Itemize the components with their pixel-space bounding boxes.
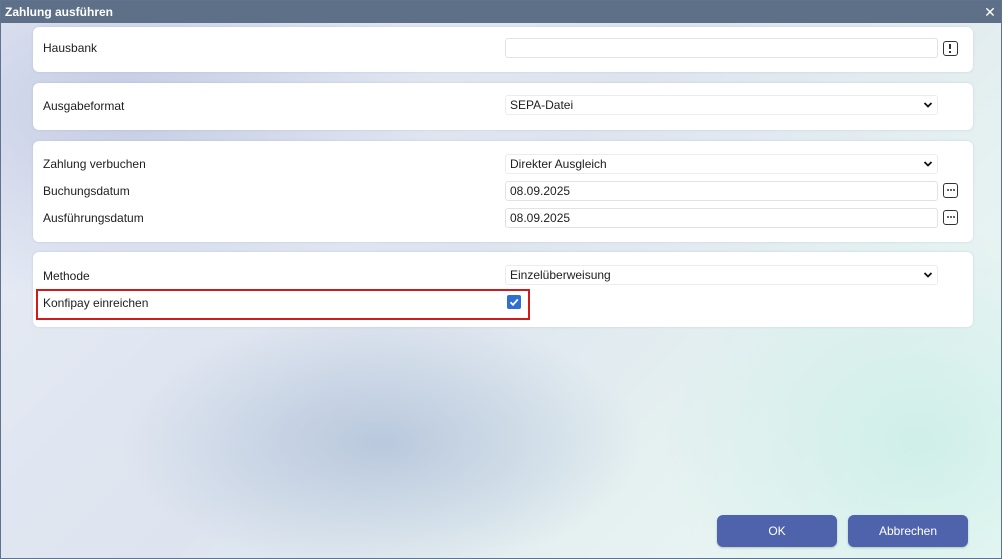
ausgabeformat-label: Ausgabeformat [43,99,125,113]
bank-card: Hausbank [33,27,973,72]
hausbank-label: Hausbank [43,41,98,55]
konfipay-checkbox[interactable] [507,295,521,309]
ellipsis-icon[interactable] [943,183,958,198]
methode-select[interactable]: Einzelüberweisung [505,265,938,285]
close-icon[interactable]: ✕ [983,1,997,23]
chevron-down-icon [923,102,933,108]
buchungsdatum-input[interactable]: 08.09.2025 [505,181,938,201]
ausfuehrungsdatum-label: Ausführungsdatum [43,211,144,225]
ausfuehrungsdatum-input[interactable]: 08.09.2025 [505,208,938,228]
booking-card: Zahlung verbuchen Direkter Ausgleich Buc… [33,141,973,242]
ausgabeformat-value: SEPA-Datei [510,98,574,112]
zahlung-verbuchen-label: Zahlung verbuchen [43,157,146,171]
format-card: Ausgabeformat SEPA-Datei [33,83,973,130]
method-card: Methode Einzelüberweisung Konfipay einre… [33,252,973,327]
ok-button[interactable]: OK [717,515,837,547]
checkmark-icon [509,298,519,307]
cancel-button[interactable]: Abbrechen [848,515,968,547]
ellipsis-icon[interactable] [943,210,958,225]
dialog-window: Zahlung ausführen ✕ Hausbank Ausgabeform… [0,0,1002,559]
buchungsdatum-label: Buchungsdatum [43,184,130,198]
title-bar: Zahlung ausführen ✕ [1,1,1001,23]
methode-value: Einzelüberweisung [510,268,611,282]
ausgabeformat-select[interactable]: SEPA-Datei [505,95,938,115]
methode-label: Methode [43,269,90,283]
exclamation-icon[interactable] [943,41,958,56]
konfipay-label: Konfipay einreichen [43,296,149,310]
zahlung-verbuchen-select[interactable]: Direkter Ausgleich [505,154,938,174]
dialog-title: Zahlung ausführen [5,5,113,19]
chevron-down-icon [923,272,933,278]
chevron-down-icon [923,161,933,167]
zahlung-verbuchen-value: Direkter Ausgleich [510,157,607,171]
hausbank-input[interactable] [505,38,938,58]
dialog-content: Hausbank Ausgabeformat SEPA-Datei Zahlun… [1,23,1001,558]
